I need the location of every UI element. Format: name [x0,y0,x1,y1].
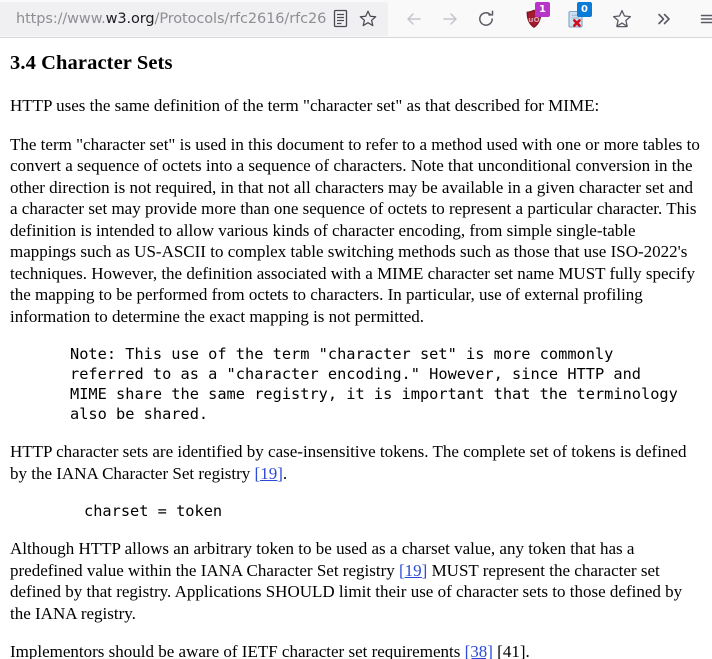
paragraph-intro: HTTP uses the same definition of the ter… [10,96,600,115]
forward-arrow-icon [443,12,457,25]
url-text: https://www.w3.org/Protocols/rfc2616/rfc… [16,11,326,27]
browser-toolbar: https://www.w3.org/Protocols/rfc2616/rfc… [0,0,712,38]
url-domain: w3.org [105,10,155,27]
navigation-controls: uO 1 0 [396,1,712,36]
page-title: 3.4 Character Sets [10,52,173,74]
reload-button[interactable] [468,2,504,36]
page-block-badge-count: 0 [577,1,592,17]
extension-shield-button[interactable]: uO 1 [516,1,552,36]
extension-page-block-button[interactable]: 0 [558,1,594,36]
url-prefix: https://www. [16,10,106,27]
back-arrow-icon [407,12,421,25]
paragraph-tokens: HTTP character sets are identified by ca… [10,441,702,484]
back-button[interactable] [396,2,432,36]
bookmark-add-button[interactable] [604,2,640,36]
reference-link-19b[interactable]: [19] [399,561,427,580]
forward-button[interactable] [432,2,468,36]
paragraph-definition: The term "character set" is used in this… [10,134,700,326]
reference-link-19a[interactable]: [19] [255,464,283,483]
charset-grammar-block: charset = token [84,502,223,520]
note-block: Note: This use of the term "character se… [70,345,678,423]
app-menu-button[interactable] [690,2,712,36]
paragraph-tokens-text-before: HTTP character sets are identified by ca… [10,442,687,483]
bookmark-add-icon [612,9,632,27]
bookmark-star-icon[interactable] [354,5,382,33]
paragraph-implementors: Implementors should be aware of IETF cha… [10,641,702,659]
reload-icon [479,10,494,26]
page-content: 3.4 Character Sets HTTP uses the same de… [0,38,712,659]
reader-mode-icon[interactable] [326,5,354,33]
paragraph-implementors-text-after: [41]. [492,642,530,659]
url-path: /Protocols/rfc2616/rfc2616- [154,10,326,27]
chevron-double-right-icon [658,13,670,24]
paragraph-tokens-text-after: . [282,463,288,483]
shield-badge-count: 1 [535,1,550,17]
paragraph-registry: Although HTTP allows an arbitrary token … [10,538,702,624]
overflow-menu-button[interactable] [646,2,682,36]
paragraph-implementors-text-before: Implementors should be aware of IETF cha… [10,642,465,659]
reference-link-38[interactable]: [38] [465,642,493,659]
address-bar[interactable]: https://www.w3.org/Protocols/rfc2616/rfc… [0,1,388,36]
hamburger-menu-icon [700,14,712,23]
